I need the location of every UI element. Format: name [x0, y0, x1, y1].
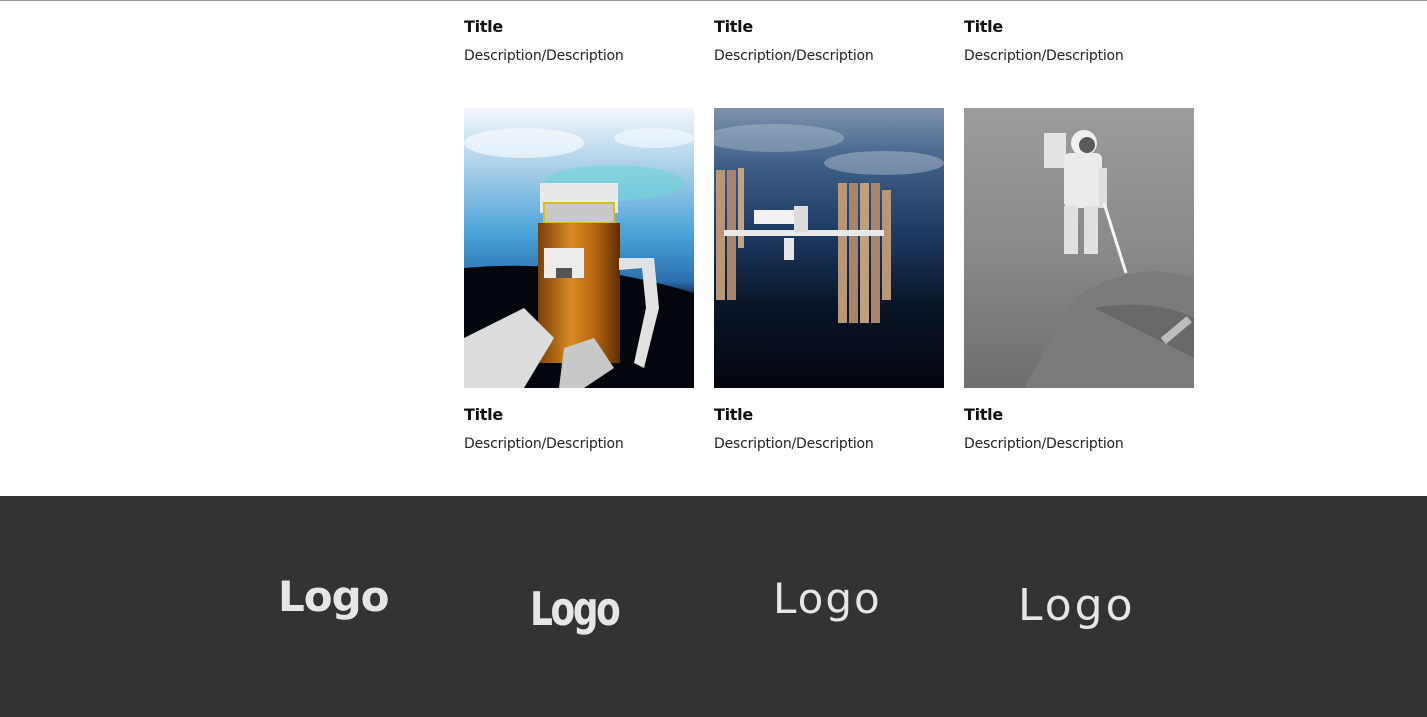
card-caption: Title Description/Description: [714, 405, 944, 453]
top-divider: [0, 0, 1427, 1]
card-caption: Title Description/Description: [464, 17, 694, 65]
partner-logo-2[interactable]: Logo: [530, 582, 621, 636]
card-description: Description/Description: [964, 48, 1124, 64]
card-title[interactable]: Title: [464, 405, 694, 425]
card-caption: Title Description/Description: [964, 17, 1194, 65]
content-area: Title Description/Description Title Desc…: [0, 0, 1427, 496]
card-description: Description/Description: [464, 436, 624, 452]
card-description: Description/Description: [464, 48, 624, 64]
partner-logo-4[interactable]: Logo: [1018, 580, 1136, 631]
card-caption: Title Description/Description: [714, 17, 944, 65]
partner-logo-3[interactable]: Logo: [773, 574, 882, 623]
card-title[interactable]: Title: [714, 17, 944, 37]
card-description: Description/Description: [714, 48, 874, 64]
card-description: Description/Description: [714, 436, 874, 452]
partner-logo-1[interactable]: Logo: [278, 572, 390, 621]
card-title[interactable]: Title: [964, 405, 1194, 425]
card-title[interactable]: Title: [964, 17, 1194, 37]
astronaut-on-moon-image[interactable]: [964, 108, 1194, 388]
card-title[interactable]: Title: [714, 405, 944, 425]
footer: Logo Logo Logo Logo: [0, 496, 1427, 717]
card-caption: Title Description/Description: [464, 405, 694, 453]
card-title[interactable]: Title: [464, 17, 694, 37]
spacecraft-over-earth-image[interactable]: [464, 108, 694, 388]
space-station-image[interactable]: [714, 108, 944, 388]
card-description: Description/Description: [964, 436, 1124, 452]
card-caption: Title Description/Description: [964, 405, 1194, 453]
